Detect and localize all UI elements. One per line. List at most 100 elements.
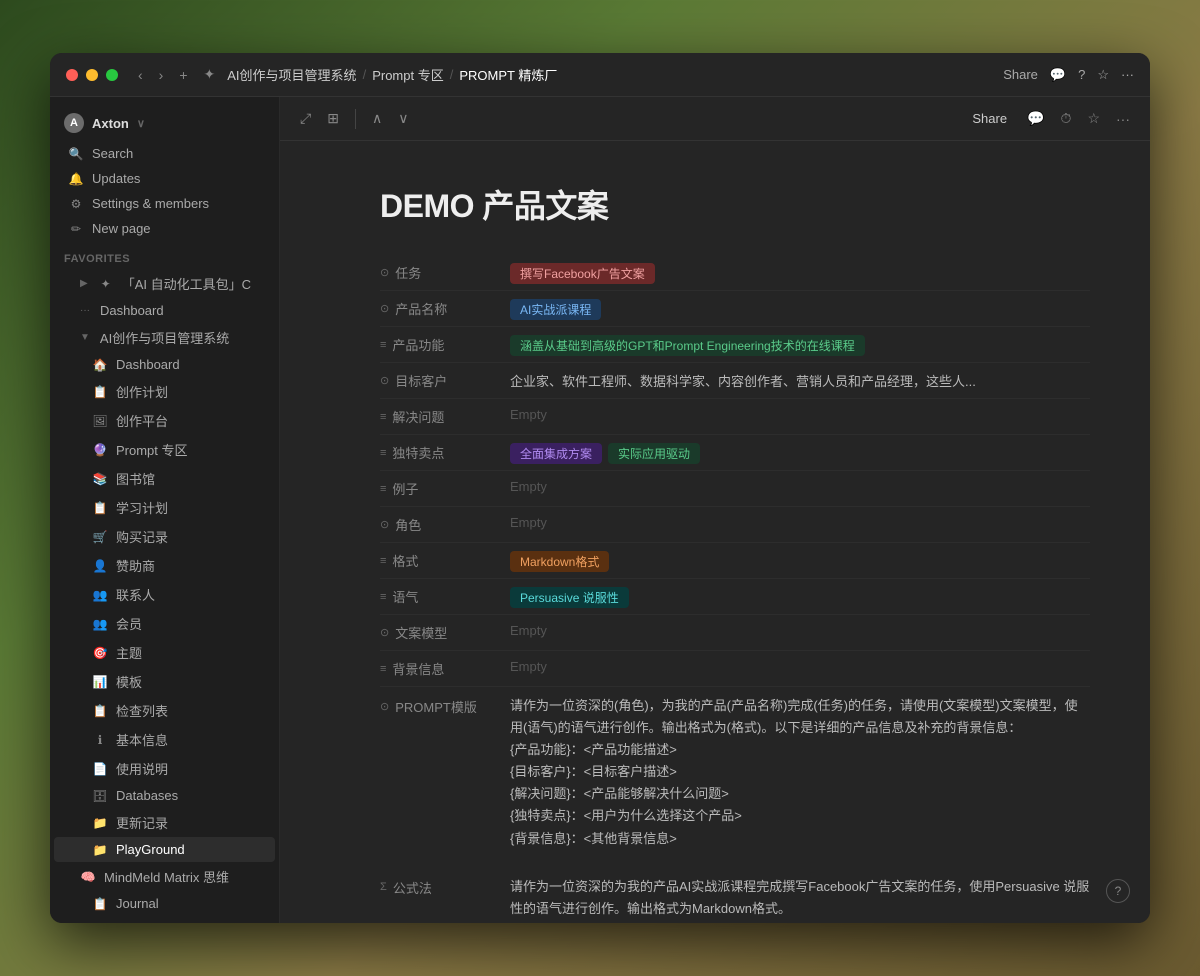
expand-button[interactable]: ⤢ [296,106,315,131]
sidebar-item-creative-platform[interactable]: 🖼 创作平台 [54,406,275,435]
share-button-titlebar[interactable]: Share [1003,67,1038,82]
sidebar-item-project[interactable]: 📁 Project [54,916,275,923]
sidebar-updates[interactable]: 🔔 Updates [54,166,275,191]
tag-markdown[interactable]: Markdown格式 [510,551,609,572]
sidebar-item-template[interactable]: 📊 模板 [54,667,275,696]
comment-button-titlebar[interactable]: 💬 [1050,67,1066,83]
chevron-icon: ▶ [80,278,88,289]
prop-value-problem[interactable]: Empty [510,405,1090,422]
project-label: Project [116,921,156,923]
creative-plan-label: 创作计划 [116,382,168,401]
sidebar-item-purchase[interactable]: 🛒 购买记录 [54,522,275,551]
timer-button[interactable]: ⏱ [1057,106,1076,131]
prop-value-format[interactable]: Markdown格式 [510,549,1090,572]
sidebar-item-databases[interactable]: 🗄 Databases [54,783,275,808]
sidebar-item-changelog[interactable]: 📁 更新记录 [54,808,275,837]
target-prop-icon: ⊙ [380,374,389,387]
tag-practical[interactable]: 实际应用驱动 [608,443,700,464]
down-button[interactable]: ∨ [394,106,412,131]
product-func-prop-icon: ≡ [380,339,386,351]
updates-label: Updates [92,171,140,186]
sidebar-item-journal[interactable]: 📋 Journal [54,891,275,916]
up-button[interactable]: ∧ [368,106,386,131]
prop-label-target: ⊙ 目标客户 [380,369,510,390]
more-button[interactable]: ··· [1112,107,1134,131]
sidebar-item-library[interactable]: 📚 图书馆 [54,464,275,493]
prop-row-tone: ≡ 语气 Persuasive 说服性 [380,579,1090,615]
formula-text1: 请作为一位资深的为我的产品AI实战派课程完成撰写Facebook广告文案的任务，… [510,876,1090,920]
sidebar-item-contacts[interactable]: 👥 联系人 [54,580,275,609]
help-button[interactable]: ? [1106,879,1130,903]
more-button-titlebar[interactable]: ··· [1121,67,1134,82]
sidebar-item-checklist[interactable]: 📋 检查列表 [54,696,275,725]
ai-button[interactable]: ✦ [200,64,220,85]
prop-row-problem: ≡ 解决问题 Empty [380,399,1090,435]
prop-row-copy-model: ⊙ 文案模型 Empty [380,615,1090,651]
sidebar-item-basic-info[interactable]: ℹ 基本信息 [54,725,275,754]
prop-value-usp[interactable]: 全面集成方案 实际应用驱动 [510,441,1090,464]
sidebar-item-dashboard[interactable]: 🏠 Dashboard [54,352,275,377]
sidebar-item-usage[interactable]: 📄 使用说明 [54,754,275,783]
tag-ai-course[interactable]: AI实战派课程 [510,299,601,320]
sidebar-new-page[interactable]: ✏ New page [54,216,275,241]
prop-value-product-name[interactable]: AI实战派课程 [510,297,1090,320]
usage-icon: 📄 [92,762,108,776]
sidebar-search[interactable]: 🔍 Search [54,141,275,166]
creative-platform-label: 创作平台 [116,411,168,430]
dashboard-fav-label: Dashboard [100,303,164,318]
back-button[interactable]: ‹ [134,65,147,85]
prop-value-prompt-template[interactable]: 请作为一位资深的(角色)，为我的产品(产品名称)完成(任务)的任务，请使用(文案… [510,693,1090,850]
prop-value-example[interactable]: Empty [510,477,1090,494]
prop-value-task[interactable]: 撰写Facebook广告文案 [510,261,1090,284]
prop-row-usp: ≡ 独特卖点 全面集成方案 实际应用驱动 [380,435,1090,471]
prop-value-role[interactable]: Empty [510,513,1090,530]
share-button[interactable]: Share [964,107,1015,130]
prop-value-background[interactable]: Empty [510,657,1090,674]
close-button[interactable] [66,69,78,81]
sidebar-item-prompt[interactable]: 🔮 Prompt 专区 [54,435,275,464]
sidebar-item-mindmeld[interactable]: 🧠 MindMeld Matrix 思维 [54,862,275,891]
comment-button[interactable]: 💬 [1023,106,1048,131]
background-label-text: 背景信息 [392,659,444,678]
settings-label: Settings & members [92,196,209,211]
prop-row-prompt-template: ⊙ PROMPT模版 请作为一位资深的(角色)，为我的产品(产品名称)完成(任务… [380,687,1090,856]
sidebar-item-members[interactable]: 👥 会员 [54,609,275,638]
sidebar-item-creative-plan[interactable]: 📋 创作计划 [54,377,275,406]
maximize-button[interactable] [106,69,118,81]
sidebar-item-playground[interactable]: 📁 PlayGround [54,837,275,862]
prop-value-tone[interactable]: Persuasive 说服性 [510,585,1090,608]
sidebar-user[interactable]: A Axton ∨ [50,105,279,141]
role-label-text: 角色 [395,515,421,534]
prop-value-formula[interactable]: 请作为一位资深的为我的产品AI实战派课程完成撰写Facebook广告文案的任务，… [510,874,1090,923]
sidebar-item-ai-toolkit[interactable]: ▶ ✦ 「AI 自动化工具包」C [54,269,275,298]
prop-value-product-func[interactable]: 涵盖从基础到高级的GPT和Prompt Engineering技术的在线课程 [510,333,1090,356]
forward-button[interactable]: › [155,65,168,85]
prop-value-copy-model[interactable]: Empty [510,621,1090,638]
sidebar-item-study-plan[interactable]: 📋 学习计划 [54,493,275,522]
sidebar-item-ai-system[interactable]: ▼ AI创作与项目管理系统 [54,323,275,352]
tag-persuasive[interactable]: Persuasive 说服性 [510,587,629,608]
document-title[interactable]: DEMO 产品文案 [380,181,1090,227]
sidebar-item-theme[interactable]: 🎯 主题 [54,638,275,667]
sidebar-item-dashboard-fav[interactable]: ··· Dashboard [54,298,275,323]
star-button[interactable]: ☆ [1083,106,1104,131]
tag-facebook[interactable]: 撰写Facebook广告文案 [510,263,655,284]
star-button-titlebar[interactable]: ☆ [1097,67,1109,83]
titlebar-actions: Share 💬 ? ☆ ··· [1003,67,1134,83]
theme-icon: 🎯 [92,646,108,660]
sidebar-settings[interactable]: ⚙ Settings & members [54,191,275,216]
add-page-button[interactable]: + [175,65,191,85]
minimize-button[interactable] [86,69,98,81]
sidebar-item-sponsor[interactable]: 👤 赞助商 [54,551,275,580]
contacts-label: 联系人 [116,585,155,604]
help-button-titlebar[interactable]: ? [1078,67,1085,82]
tag-product-func[interactable]: 涵盖从基础到高级的GPT和Prompt Engineering技术的在线课程 [510,335,865,356]
tag-integrated[interactable]: 全面集成方案 [510,443,602,464]
prop-value-target[interactable]: 企业家、软件工程师、数据科学家、内容创作者、营销人员和产品经理，这些人... [510,369,1090,390]
prompt-icon: 🔮 [92,443,108,457]
breadcrumb-item-1[interactable]: AI创作与项目管理系统 [227,65,356,84]
breadcrumb-item-2[interactable]: Prompt 专区 [372,65,444,84]
breadcrumb-item-3[interactable]: PROMPT 精炼厂 [459,65,557,84]
grid-button[interactable]: ⊞ [323,106,343,131]
prop-row-task: ⊙ 任务 撰写Facebook广告文案 [380,255,1090,291]
